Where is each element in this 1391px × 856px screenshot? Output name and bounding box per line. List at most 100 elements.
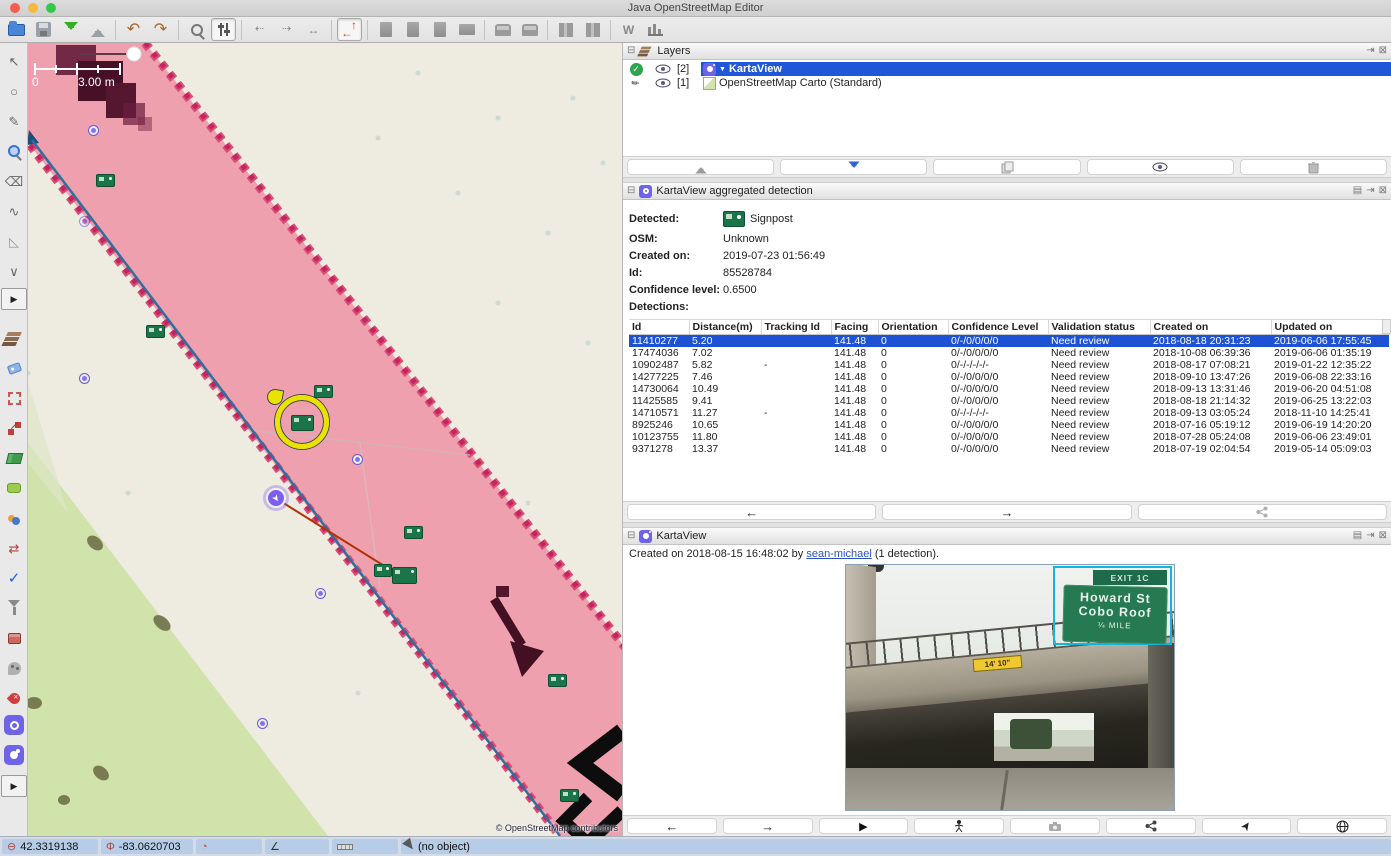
column-header[interactable]: Validation status (1048, 320, 1150, 335)
collapse-panel-icon[interactable]: ⊟ (627, 46, 635, 56)
detach-panel-icon[interactable]: ▤ (1353, 186, 1362, 196)
signpost-marker[interactable] (560, 789, 579, 802)
detection-row[interactable]: 937127813.37141.4800/-/0/0/0/0Need revie… (629, 443, 1389, 455)
signpost-marker[interactable] (314, 385, 333, 398)
center-location-button[interactable]: ➤ (1202, 818, 1292, 834)
image-node-marker[interactable] (80, 374, 89, 383)
zoom-tool[interactable] (1, 138, 27, 164)
selected-signpost-marker[interactable] (291, 415, 314, 431)
image-node-marker[interactable] (258, 719, 267, 728)
layer-visibility-icon[interactable] (649, 78, 677, 88)
distribute-nodes-button-1[interactable]: ⇠ (247, 18, 272, 41)
improve-accuracy-tool[interactable]: ◺ (1, 228, 27, 254)
street-photo[interactable]: 14' 10" EXIT 1C Howard St Cobo Roof ¼ MI… (846, 565, 1174, 810)
detection-row[interactable]: 1012375511.80141.4800/-/0/0/0/0Need revi… (629, 431, 1389, 443)
signpost-marker[interactable] (404, 526, 423, 539)
column-header[interactable]: Orientation (878, 320, 948, 335)
column-header[interactable]: Updated on (1271, 320, 1389, 335)
detection-row[interactable]: 114102775.20141.4800/-/0/0/0/0Need revie… (629, 335, 1389, 348)
share-image-button[interactable] (1106, 818, 1196, 834)
note-pin-dialog-toggle[interactable] (1, 685, 27, 711)
detections-table[interactable]: IdDistance(m)Tracking IdFacingOrientatio… (629, 319, 1390, 455)
column-header[interactable]: Distance(m) (689, 320, 761, 335)
validator-dialog-toggle[interactable]: ✓ (1, 565, 27, 591)
detection-row[interactable]: 109024875.82-141.4800/-/-/-/-/-Need revi… (629, 359, 1389, 371)
image-node-marker[interactable] (89, 126, 98, 135)
detection-row[interactable]: 1473006410.49141.4800/-/0/0/0/0Need revi… (629, 383, 1389, 395)
open-file-button[interactable] (4, 18, 29, 41)
share-detection-button[interactable] (1138, 504, 1387, 520)
minimap-dialog-toggle[interactable] (1, 445, 27, 471)
layers-dialog-toggle[interactable] (1, 325, 27, 351)
image-node-marker[interactable] (316, 589, 325, 598)
parallel-way-tool[interactable]: ∿ (1, 198, 27, 224)
delete-tool[interactable]: ⌫ (1, 168, 27, 194)
layer-row[interactable]: ✎[1]OpenStreetMap Carto (Standard) (623, 76, 1391, 90)
previous-detection-button[interactable]: ← (627, 504, 876, 520)
preferences-button[interactable] (211, 18, 236, 41)
detection-row[interactable]: 892524610.65141.4800/-/0/0/0/0Need revie… (629, 419, 1389, 431)
save-button[interactable] (31, 18, 56, 41)
play-sequence-button[interactable]: ▶ (819, 818, 909, 834)
download-data-button[interactable] (58, 18, 83, 41)
walk-mode-button[interactable] (914, 818, 1004, 834)
detection-row[interactable]: 142772257.46141.4800/-/0/0/0/0Need revie… (629, 371, 1389, 383)
collapse-panel-icon[interactable]: ⊟ (627, 531, 635, 541)
notes-dialog-toggle[interactable] (1, 475, 27, 501)
column-tool-button-1[interactable] (553, 18, 578, 41)
building-tool-button-2[interactable] (400, 18, 425, 41)
histogram-plugin-button[interactable] (643, 18, 668, 41)
building-tool-button-4[interactable] (454, 18, 479, 41)
conflicts-dialog-toggle[interactable]: ⇄ (1, 535, 27, 561)
move-layer-down-button[interactable] (780, 159, 927, 175)
image-node-marker[interactable] (80, 217, 89, 226)
w-plugin-button[interactable]: W (616, 18, 641, 41)
column-header[interactable]: Facing (831, 320, 878, 335)
image-node-marker[interactable] (353, 455, 362, 464)
dock-panel-icon[interactable]: ⇥ (1366, 531, 1374, 541)
vehicle-tool-button-1[interactable] (490, 18, 515, 41)
expand-tools-button[interactable]: ▶ (1, 288, 27, 310)
signpost-marker[interactable] (374, 564, 392, 577)
column-tool-button-2[interactable] (580, 18, 605, 41)
collapse-panel-icon[interactable]: ⊟ (627, 186, 635, 196)
detection-bounding-box[interactable]: EXIT 1C Howard St Cobo Roof ¼ MILE (1053, 566, 1172, 645)
column-header[interactable]: Created on (1150, 320, 1271, 335)
column-header[interactable]: Id (629, 320, 689, 335)
layer-visibility-icon[interactable] (649, 64, 677, 74)
unglue-tool[interactable]: ∨ (1, 258, 27, 284)
filter-dialog-toggle[interactable] (1, 595, 27, 621)
zoom-to-selection-button[interactable] (184, 18, 209, 41)
authors-dialog-toggle[interactable] (1, 505, 27, 531)
detection-row[interactable]: 1471057111.27-141.4800/-/-/-/-/-Need rev… (629, 407, 1389, 419)
select-move-tool[interactable]: ↖ (1, 48, 27, 74)
table-scrollbar[interactable] (1382, 319, 1391, 334)
next-image-button[interactable]: → (723, 818, 813, 834)
redo-button[interactable]: ↷ (148, 18, 173, 41)
draw-nodes-tool[interactable]: ✎ (1, 108, 27, 134)
move-node-button[interactable] (337, 18, 362, 41)
distribute-nodes-button-2[interactable]: ⇢ (274, 18, 299, 41)
duplicate-layer-button[interactable] (933, 159, 1080, 175)
delete-layer-button[interactable] (1240, 159, 1387, 175)
kartaview-detections-dialog-toggle[interactable] (1, 712, 27, 738)
relations-dialog-toggle[interactable] (1, 415, 27, 441)
close-panel-icon[interactable]: ⊠ (1379, 531, 1387, 541)
spread-nodes-button[interactable]: ↔ (301, 18, 326, 41)
lasso-tool[interactable]: ○ (1, 78, 27, 104)
next-detection-button[interactable]: → (882, 504, 1131, 520)
undo-button[interactable]: ↶ (121, 18, 146, 41)
column-header[interactable]: Tracking Id (761, 320, 831, 335)
mappaint-dialog-toggle[interactable] (1, 655, 27, 681)
previous-image-button[interactable]: ← (627, 818, 717, 834)
column-header[interactable]: Confidence Level (948, 320, 1048, 335)
tags-dialog-toggle[interactable] (1, 355, 27, 381)
close-panel-icon[interactable]: ⊠ (1379, 186, 1387, 196)
building-tool-button-3[interactable] (427, 18, 452, 41)
changeset-dialog-toggle[interactable] (1, 625, 27, 651)
move-layer-up-button[interactable] (627, 159, 774, 175)
upload-data-button[interactable] (85, 18, 110, 41)
close-panel-icon[interactable]: ⊠ (1379, 46, 1387, 56)
dock-panel-icon[interactable]: ⇥ (1366, 186, 1374, 196)
dock-panel-icon[interactable]: ⇥ (1366, 46, 1374, 56)
